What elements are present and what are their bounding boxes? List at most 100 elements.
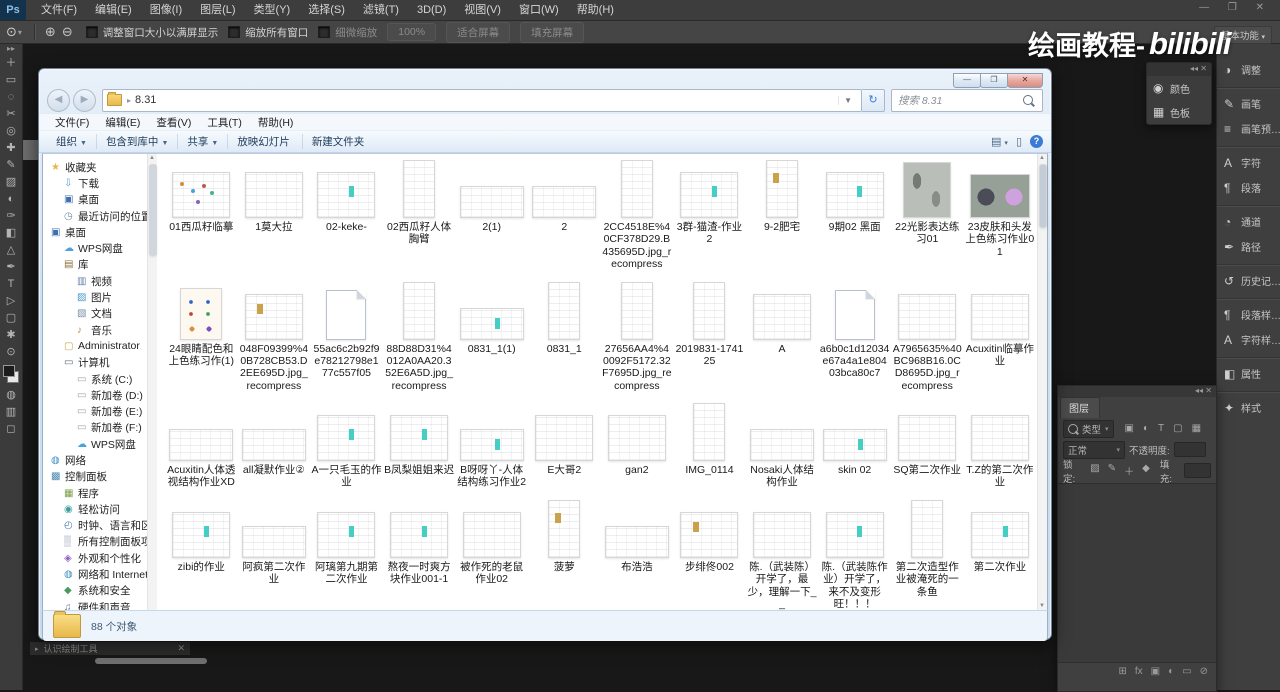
- layers-tab[interactable]: 图层: [1060, 397, 1100, 418]
- document-tab[interactable]: ▸ 认识绘制工具 ✕: [30, 642, 190, 655]
- sidebar-item[interactable]: ◷ 最近访问的位置: [43, 208, 147, 224]
- sidebar-item[interactable]: ▣ 桌面: [43, 224, 147, 240]
- forward-button[interactable]: ▶: [73, 88, 96, 112]
- sidebar-item[interactable]: ▤ 库: [43, 257, 147, 273]
- tool-icon[interactable]: ✒: [6, 259, 15, 276]
- breadcrumb[interactable]: 8.31: [135, 94, 156, 106]
- file-item[interactable]: Acuxitin临摹作业: [964, 278, 1037, 400]
- sidebar-item[interactable]: ◍ 网络和 Internet: [43, 566, 147, 582]
- sidebar-item[interactable]: ▭ 新加卷 (F:): [43, 420, 147, 436]
- panel-tab-button[interactable]: ◉ 颜色: [1147, 76, 1211, 100]
- sidebar-item[interactable]: ▣ 桌面: [43, 192, 147, 208]
- file-item[interactable]: A7965635%40BC968B16.0CD8695D.jpg_recompr…: [891, 278, 964, 400]
- file-item[interactable]: skin 02: [818, 399, 891, 496]
- resize-window-checkbox[interactable]: [85, 26, 98, 38]
- dock-panel-button[interactable]: ◑ 调整: [1217, 57, 1280, 82]
- sidebar-item[interactable]: ☁ WPS网盘: [43, 240, 147, 256]
- sidebar-item[interactable]: ▦ 程序: [43, 485, 147, 501]
- file-item[interactable]: 2: [528, 156, 601, 278]
- preview-pane-icon[interactable]: ▯: [1016, 135, 1022, 148]
- file-item[interactable]: 陈.（武装陈）开学了，最少，理解一下__: [746, 496, 819, 610]
- file-item[interactable]: 菠萝: [528, 496, 601, 610]
- file-item[interactable]: all凝默作业②: [238, 399, 311, 496]
- dock-panel-button[interactable]: ¶ 段落样…: [1217, 298, 1280, 327]
- photoshop-window-controls[interactable]: — ❐ ✕: [1199, 2, 1272, 13]
- layers-footer-icon[interactable]: ▣: [1151, 666, 1160, 677]
- file-item[interactable]: a6b0c1d12034e67a4a1e80403bca80c7: [818, 278, 891, 400]
- help-icon[interactable]: ?: [1030, 135, 1043, 148]
- file-item[interactable]: 阿璃第九期第二次作业: [310, 496, 383, 610]
- file-item[interactable]: 熬夜一时爽方块作业001-1: [383, 496, 456, 610]
- tool-icon[interactable]: ✚: [6, 140, 15, 157]
- layers-footer-icon[interactable]: ▭: [1182, 666, 1191, 677]
- file-item[interactable]: 1莫大拉: [238, 156, 311, 278]
- file-item[interactable]: 22光影表达练习01: [891, 156, 964, 278]
- zoom-tool-caret-icon[interactable]: ▾: [18, 28, 22, 37]
- sidebar-item[interactable]: ▨ 图片: [43, 289, 147, 305]
- file-item[interactable]: 23皮肤和头发上色练习作业01: [964, 156, 1037, 278]
- zoom-in-icon[interactable]: ⊕: [45, 24, 56, 40]
- file-item[interactable]: 阿疯第二次作业: [238, 496, 311, 610]
- file-item[interactable]: E大哥2: [528, 399, 601, 496]
- photoshop-menu-item[interactable]: 窗口(W): [510, 0, 568, 20]
- zoom-tool-icon[interactable]: ⊙: [6, 24, 17, 40]
- sidebar-item[interactable]: ☁ WPS网盘: [43, 436, 147, 452]
- command-button[interactable]: 组织 ▼: [47, 134, 96, 149]
- explorer-menu-item[interactable]: 工具(T): [199, 115, 249, 130]
- tool-icon[interactable]: ▥: [6, 404, 16, 421]
- tool-icon[interactable]: ◎: [6, 123, 16, 140]
- file-item[interactable]: Acuxitin人体透视结构作业XD: [165, 399, 238, 496]
- tool-icon[interactable]: ✎: [6, 157, 15, 174]
- address-dropdown-icon[interactable]: ▼: [838, 95, 857, 105]
- file-grid-scrollbar[interactable]: ▲ ▼: [1037, 154, 1047, 610]
- explorer-menu-item[interactable]: 编辑(E): [97, 115, 148, 130]
- lock-icon[interactable]: ✎: [1108, 463, 1116, 478]
- tool-icon[interactable]: ✱: [6, 327, 15, 344]
- opacity-value[interactable]: [1173, 442, 1206, 457]
- file-item[interactable]: 陈.（武装陈作业）开学了，来不及变形旺！！！: [818, 496, 891, 610]
- sidebar-item[interactable]: ◆ 系统和安全: [43, 583, 147, 599]
- address-bar[interactable]: ▸ 8.31 ▼: [102, 88, 862, 112]
- sidebar-item[interactable]: ⇩ 下载: [43, 175, 147, 191]
- file-item[interactable]: 24眼睛配色和上色练习作(1): [165, 278, 238, 400]
- sidebar-scrollbar[interactable]: ▲: [147, 154, 157, 610]
- photoshop-menu-item[interactable]: 文件(F): [32, 0, 86, 20]
- photoshop-menu-item[interactable]: 编辑(E): [86, 0, 141, 20]
- sidebar-item[interactable]: ♫ 硬件和声音: [43, 599, 147, 610]
- sidebar-item[interactable]: ♪ 音乐: [43, 322, 147, 338]
- file-item[interactable]: 步绯佟002: [673, 496, 746, 610]
- fit-screen-button[interactable]: 适合屏幕: [446, 21, 511, 43]
- sidebar-item[interactable]: ▭ 新加卷 (D:): [43, 387, 147, 403]
- tool-icon[interactable]: T: [8, 276, 15, 293]
- photoshop-menu-item[interactable]: 图层(L): [191, 0, 244, 20]
- file-item[interactable]: 55ac6c2b92f9e78212798e177c557f05: [310, 278, 383, 400]
- change-view-icon[interactable]: ▤ ▾: [991, 135, 1008, 148]
- layers-footer-icon[interactable]: ⊘: [1200, 666, 1208, 677]
- lock-icon[interactable]: ◆: [1142, 463, 1150, 478]
- dock-panel-button[interactable]: ↺ 历史记…: [1217, 264, 1280, 293]
- layer-filter-icon[interactable]: ◐: [1143, 423, 1149, 434]
- dock-panel-button[interactable]: ◧ 属性: [1217, 357, 1280, 386]
- sidebar-item[interactable]: ◴ 时钟、语言和区域: [43, 518, 147, 534]
- file-item[interactable]: 3群-猫渣-作业2: [673, 156, 746, 278]
- panel-tab-button[interactable]: ▦ 色板: [1147, 100, 1211, 124]
- file-item[interactable]: 第二次造型作业被淹死的一条鱼: [891, 496, 964, 610]
- file-item[interactable]: A: [746, 278, 819, 400]
- file-item[interactable]: B呀呀丫-人体结构练习作业2: [455, 399, 528, 496]
- file-item[interactable]: 9期02 黑面: [818, 156, 891, 278]
- sidebar-item[interactable]: ◈ 外观和个性化: [43, 550, 147, 566]
- zoom-100-button[interactable]: 100%: [387, 23, 437, 41]
- command-button[interactable]: 共享 ▼: [177, 134, 227, 149]
- panel-header[interactable]: ◂◂ ✕: [1147, 63, 1211, 76]
- dock-panel-button[interactable]: ✦ 样式: [1217, 391, 1280, 420]
- tool-icon[interactable]: ✂: [6, 106, 15, 123]
- layer-filter-icon[interactable]: ▦: [1192, 423, 1201, 434]
- photoshop-menu-item[interactable]: 图像(I): [141, 0, 191, 20]
- dock-panel-button[interactable]: ✎ 画笔: [1217, 87, 1280, 116]
- scrubby-zoom-checkbox[interactable]: [318, 26, 331, 38]
- sidebar-item[interactable]: ▭ 计算机: [43, 355, 147, 371]
- file-item[interactable]: 布浩浩: [601, 496, 674, 610]
- layer-filter-dropdown[interactable]: 类型 ▾: [1063, 419, 1114, 438]
- sidebar-item[interactable]: ★ 收藏夹: [43, 159, 147, 175]
- file-item[interactable]: 02-keke-: [310, 156, 383, 278]
